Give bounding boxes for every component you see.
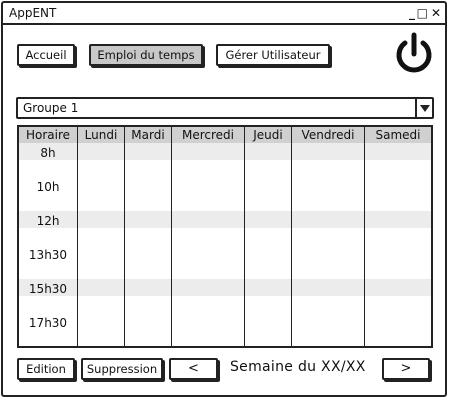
gerer-utilisateur-button[interactable]: Gérer Utilisateur (216, 44, 330, 66)
title-bar: AppENT _ □ ✕ (3, 3, 445, 25)
row-band (19, 279, 431, 296)
suppression-button[interactable]: Suppression (81, 358, 163, 380)
close-icon[interactable]: ✕ (431, 5, 441, 21)
column-header-vendredi: Vendredi (301, 128, 355, 142)
column-header-lundi: Lundi (84, 128, 118, 142)
hour-label: 13h30 (28, 248, 68, 262)
accueil-button[interactable]: Accueil (17, 44, 75, 66)
week-label: Semaine du XX/XX (230, 359, 366, 375)
window-title: AppENT (9, 6, 57, 20)
hour-label: 8h (40, 146, 56, 160)
column-header-mercredi: Mercredi (181, 128, 234, 142)
power-icon[interactable] (392, 32, 436, 76)
minimize-icon[interactable]: _ (409, 5, 415, 21)
chevron-down-icon[interactable] (415, 99, 432, 117)
column-divider (124, 127, 125, 346)
emploi-du-temps-button[interactable]: Emploi du temps (89, 44, 203, 66)
column-header-jeudi: Jeudi (253, 128, 283, 142)
hour-label: 17h30 (28, 316, 68, 330)
column-header-horaire: Horaire (25, 128, 71, 142)
group-select[interactable]: Groupe 1 (16, 97, 434, 119)
hour-label: 10h (36, 180, 60, 194)
column-header-mardi: Mardi (131, 128, 165, 142)
schedule-grid: Horaire Lundi Mardi Mercredi Jeudi Vendr… (17, 125, 433, 348)
column-divider (291, 127, 292, 346)
next-week-button[interactable]: > (382, 358, 430, 380)
edition-button[interactable]: Edition (17, 358, 75, 380)
row-band (19, 143, 431, 160)
row-band (19, 211, 431, 228)
column-divider (244, 127, 245, 346)
column-divider (364, 127, 365, 346)
group-select-value: Groupe 1 (23, 101, 79, 115)
prev-week-button[interactable]: < (169, 358, 218, 380)
hour-label: 15h30 (28, 282, 68, 296)
hour-label: 12h (36, 214, 60, 228)
maximize-icon[interactable]: □ (417, 5, 428, 21)
column-header-samedi: Samedi (375, 128, 421, 142)
column-divider (171, 127, 172, 346)
column-divider (77, 127, 78, 346)
